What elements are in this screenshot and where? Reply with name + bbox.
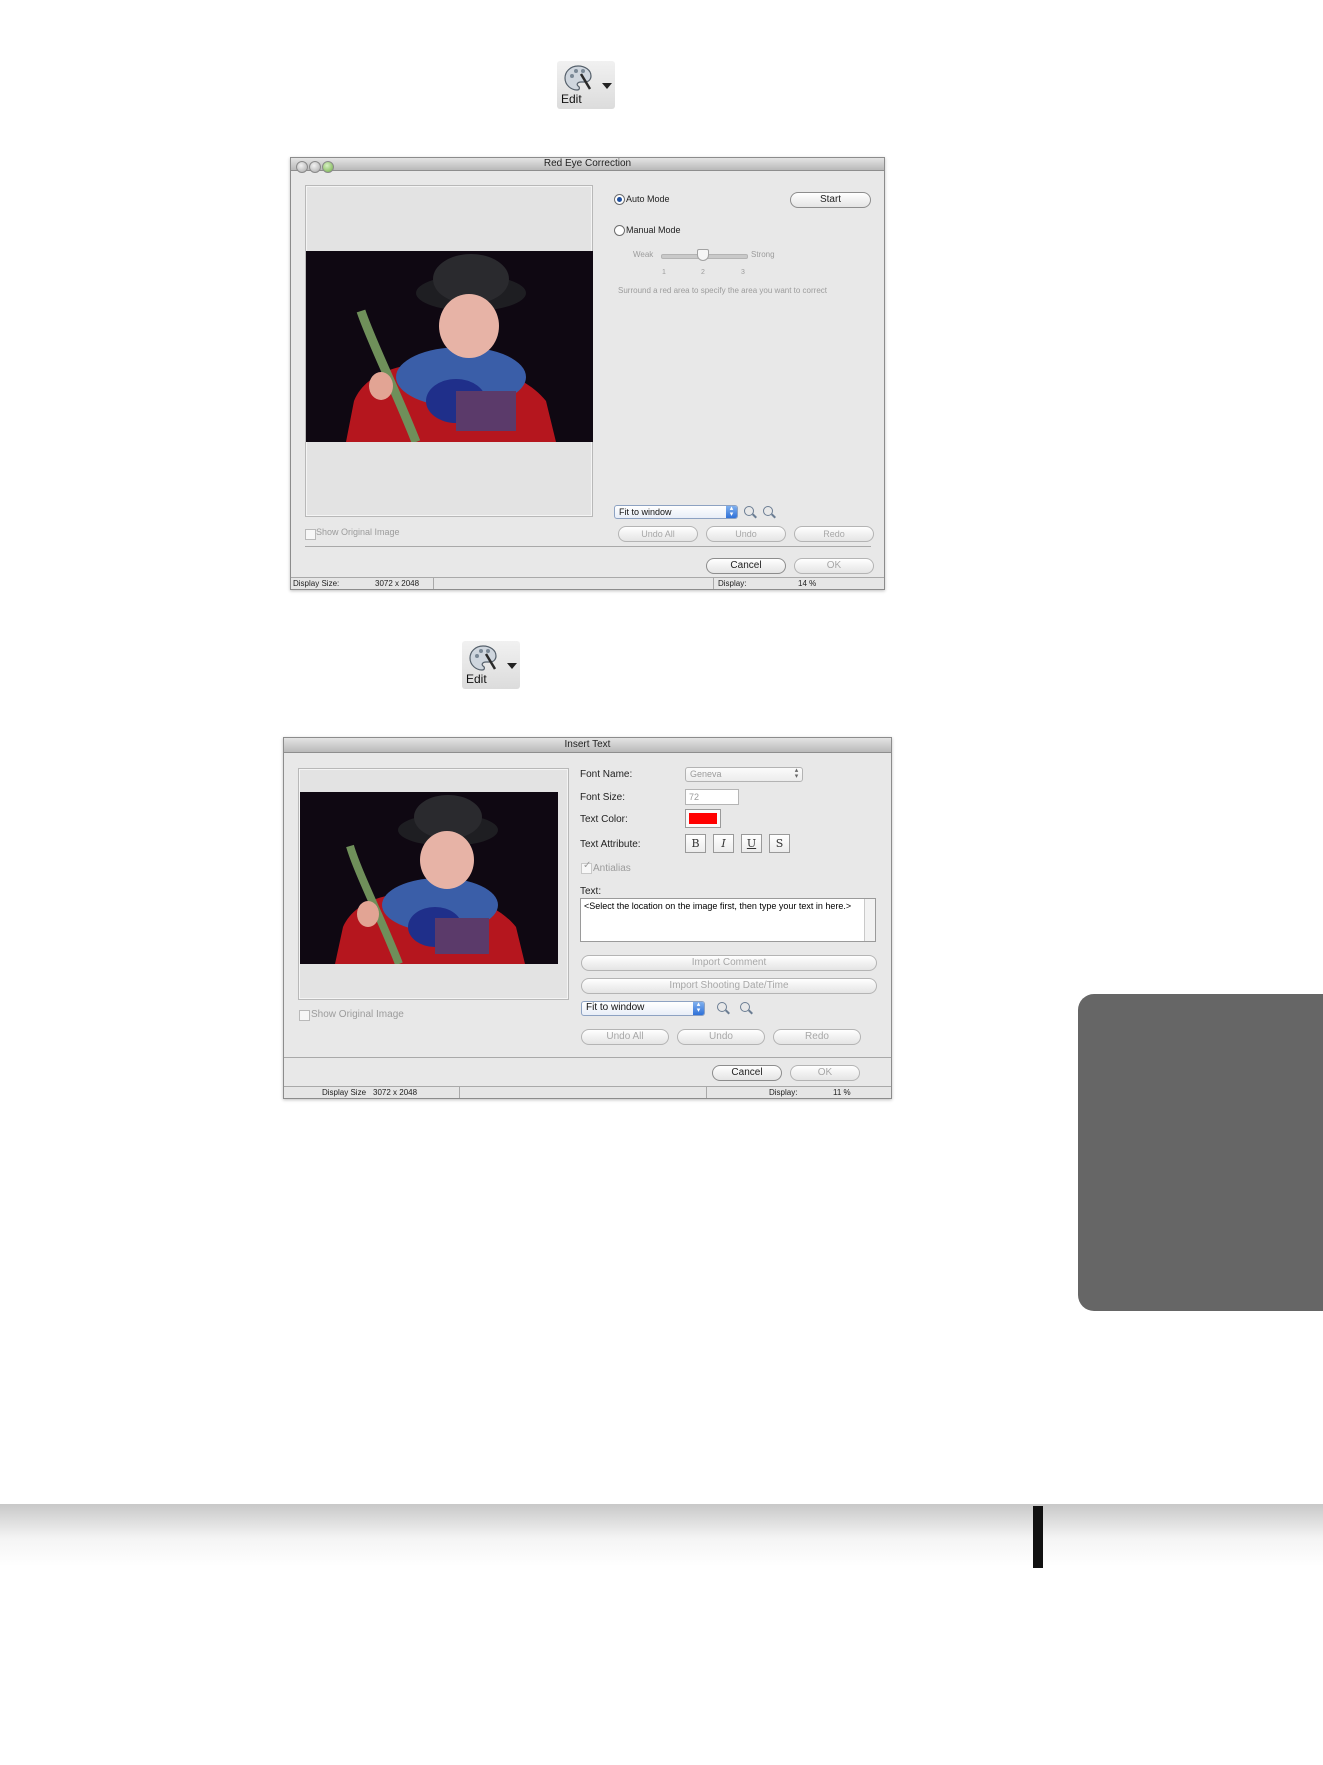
auto-mode-label: Auto Mode [626, 194, 670, 204]
text-color-label: Text Color: [580, 814, 628, 825]
font-size-field[interactable]: 72 [685, 789, 739, 805]
slider-thumb[interactable] [697, 249, 709, 261]
palette-icon [564, 65, 592, 91]
status-divider [459, 1087, 460, 1098]
slider-strong-label: Strong [751, 250, 775, 259]
preview-photo [300, 792, 558, 964]
display-size-value: 3072 x 2048 [373, 1088, 418, 1097]
zoom-out-icon[interactable] [717, 1002, 727, 1012]
text-input-area[interactable]: <Select the location on the image first,… [580, 898, 876, 942]
edit-tool-button[interactable]: Edit [462, 641, 520, 689]
zoom-fit-value: Fit to window [586, 1002, 645, 1013]
palette-icon [469, 645, 497, 671]
ok-button[interactable]: OK [794, 558, 874, 574]
font-name-label: Font Name: [580, 769, 633, 780]
status-bar: Display Size: 3072 x 2048 Display: 14 % [291, 577, 884, 589]
page-footer-band [0, 1504, 1323, 1566]
show-original-checkbox[interactable] [305, 529, 316, 540]
status-bar: Display Size 3072 x 2048 Display: 11 % [284, 1086, 891, 1098]
chevron-down-icon[interactable] [507, 663, 517, 669]
chapter-side-tab [1078, 994, 1323, 1311]
page-footer-marker [1033, 1506, 1043, 1568]
show-original-label: Show Original Image [311, 1009, 404, 1020]
status-divider [706, 1087, 707, 1098]
antialias-label: Antialias [593, 863, 631, 874]
slider-weak-label: Weak [633, 250, 654, 259]
font-size-value: 72 [689, 792, 700, 802]
zoom-in-icon[interactable] [740, 1002, 750, 1012]
status-divider [433, 578, 434, 589]
text-area-scrollbar[interactable] [864, 899, 875, 941]
font-size-label: Font Size: [580, 792, 626, 803]
image-preview-area[interactable] [305, 185, 593, 517]
minimize-window-button[interactable] [309, 161, 321, 173]
edit-tool-button[interactable]: Edit [557, 61, 615, 109]
zoom-in-icon[interactable] [763, 506, 773, 516]
red-eye-correction-window: Red Eye Correction Show Original Image A… [290, 157, 885, 590]
display-size-label: Display Size [322, 1088, 367, 1097]
display-size-label: Display Size: [293, 579, 340, 588]
italic-button[interactable]: I [713, 834, 734, 853]
divider [305, 546, 871, 547]
display-label: Display: [718, 579, 747, 588]
display-label: Display: [769, 1088, 798, 1097]
manual-mode-hint: Surround a red area to specify the area … [618, 286, 828, 295]
auto-mode-radio[interactable] [614, 194, 625, 205]
display-value: 11 % [833, 1088, 851, 1097]
zoom-fit-select[interactable]: Fit to window ▴ ▾ [581, 1001, 705, 1016]
import-comment-button[interactable]: Import Comment [581, 955, 877, 971]
text-label: Text: [580, 886, 602, 897]
undo-button[interactable]: Undo [706, 526, 786, 542]
status-divider [713, 578, 714, 589]
window-titlebar: Insert Text [284, 738, 891, 753]
cancel-button[interactable]: Cancel [706, 558, 786, 574]
select-arrows-icon: ▴ ▾ [693, 1001, 704, 1015]
image-preview-area[interactable] [298, 768, 569, 1000]
text-input-value: <Select the location on the image first,… [584, 901, 852, 911]
shadow-button[interactable]: S [769, 834, 790, 853]
font-name-select[interactable]: Geneva ▴ ▾ [685, 767, 803, 782]
slider-tick-3: 3 [741, 269, 745, 276]
window-titlebar: Red Eye Correction [291, 158, 884, 171]
slider-tick-1: 1 [662, 269, 666, 276]
insert-text-window: Insert Text Show Original Image Font Nam… [283, 737, 892, 1099]
window-title: Red Eye Correction [543, 158, 632, 169]
zoom-window-button[interactable] [322, 161, 334, 173]
bold-button[interactable]: B [685, 834, 706, 853]
close-window-button[interactable] [296, 161, 308, 173]
edit-label: Edit [466, 672, 487, 686]
chevron-down-icon[interactable] [602, 83, 612, 89]
zoom-fit-select[interactable]: Fit to window ▴ ▾ [614, 505, 738, 519]
manual-mode-radio[interactable] [614, 225, 625, 236]
text-color-button[interactable] [685, 809, 721, 828]
text-color-swatch [689, 813, 717, 824]
show-original-checkbox[interactable] [299, 1010, 310, 1021]
undo-all-button[interactable]: Undo All [618, 526, 698, 542]
select-arrows-icon: ▴ ▾ [794, 767, 799, 780]
antialias-checkbox[interactable]: ✓ [581, 860, 592, 874]
window-title: Insert Text [564, 739, 611, 750]
ok-button[interactable]: OK [790, 1065, 860, 1081]
manual-mode-label: Manual Mode [626, 225, 681, 235]
show-original-label: Show Original Image [316, 527, 400, 537]
slider-tick-2: 2 [701, 269, 705, 276]
select-arrows-icon: ▴ ▾ [726, 505, 737, 518]
text-attribute-label: Text Attribute: [580, 839, 641, 850]
cancel-button[interactable]: Cancel [712, 1065, 782, 1081]
redo-button[interactable]: Redo [773, 1029, 861, 1045]
preview-photo [306, 251, 593, 442]
display-value: 14 % [798, 579, 817, 588]
undo-button[interactable]: Undo [677, 1029, 765, 1045]
redo-button[interactable]: Redo [794, 526, 874, 542]
underline-button[interactable]: U [741, 834, 762, 853]
start-button[interactable]: Start [790, 192, 871, 208]
undo-all-button[interactable]: Undo All [581, 1029, 669, 1045]
zoom-out-icon[interactable] [744, 506, 754, 516]
edit-label: Edit [561, 92, 582, 106]
zoom-fit-value: Fit to window [619, 507, 672, 517]
font-name-value: Geneva [690, 769, 722, 779]
import-shooting-date-button[interactable]: Import Shooting Date/Time [581, 978, 877, 994]
divider [284, 1057, 891, 1058]
display-size-value: 3072 x 2048 [375, 579, 420, 588]
